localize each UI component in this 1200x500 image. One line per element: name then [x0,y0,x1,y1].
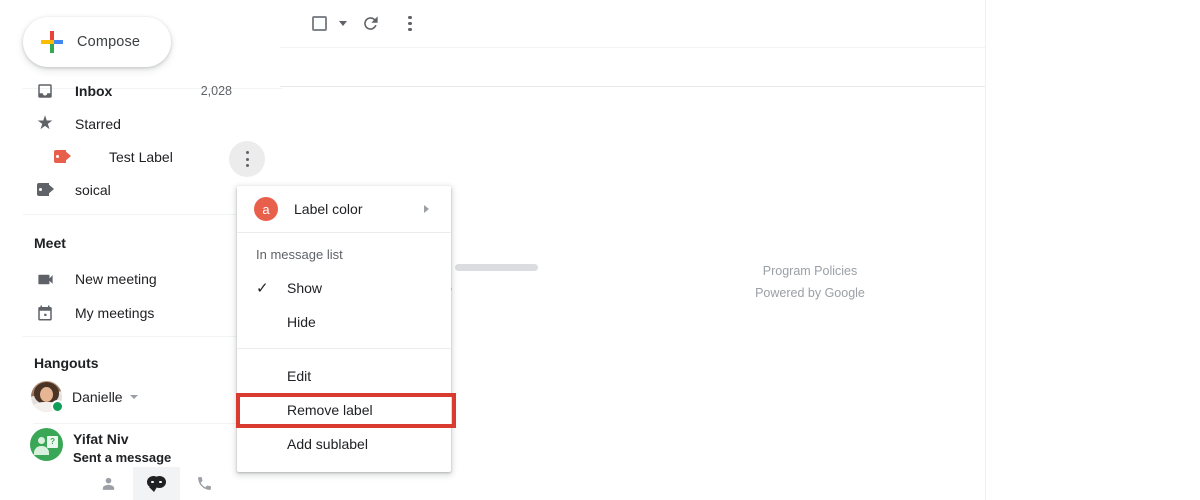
sidebar-item-label: Starred [75,116,121,132]
message-pane-footer: Program Policies Powered by Google [700,260,920,304]
select-all-checkbox[interactable] [302,7,336,41]
toolbar-divider-top [280,47,986,48]
compose-button[interactable]: Compose [23,17,171,67]
menu-item-label: Label color [294,201,363,217]
sidebar-item-test-label[interactable]: Test Label [0,140,260,173]
program-policies-link[interactable]: Program Policies [700,260,920,282]
toolbar-divider-bottom [280,86,986,87]
hangouts-section-title: Hangouts [34,355,99,371]
label-tag-icon [51,150,73,163]
sidebar-item-count: 2,028 [201,84,232,98]
phone-icon [196,475,213,492]
label-context-menu: a Label color In message list ✓ Show Hid… [237,186,451,472]
more-options-button[interactable] [393,7,427,41]
refresh-button[interactable] [353,7,387,41]
menu-section-header: In message list [237,233,451,271]
meet-section-title: Meet [34,235,66,251]
menu-divider-2 [237,348,451,349]
check-icon: ✓ [256,279,278,297]
menu-item-label: Show [287,280,322,296]
compose-label: Compose [77,34,140,50]
hangouts-tab-calls[interactable] [180,467,228,500]
menu-spacer [237,339,451,348]
hangouts-divider [33,423,236,424]
checkbox-icon [312,16,327,31]
person-icon [100,475,117,492]
sidebar-item-starred[interactable]: ★ Starred [0,107,260,140]
menu-item-remove-label[interactable]: Remove label [237,393,451,427]
sidebar-item-label: My meetings [75,305,154,321]
sidebar-item-label: Test Label [109,149,173,165]
conversation-preview: Sent a message [73,450,171,465]
message-row-placeholder [455,264,538,271]
hangouts-tab-conversations[interactable] [133,467,181,500]
sidebar-item-label: Inbox [75,83,112,99]
star-icon: ★ [34,114,56,133]
chevron-right-icon [424,205,429,213]
menu-item-label-color[interactable]: a Label color [237,186,451,232]
online-status-dot [51,400,64,413]
menu-item-add-sublabel[interactable]: Add sublabel [237,427,451,461]
screenshot-root: Compose Inbox 2,028 ★ Starred [0,0,1200,500]
contact-green-avatar[interactable]: ? [30,428,63,461]
conversation-name[interactable]: Yifat Niv [73,431,129,447]
sidebar-item-label: soical [75,182,111,198]
plus-icon [41,31,63,53]
refresh-icon [361,14,380,33]
message-list-toolbar [280,0,986,47]
app-frame-right-edge [985,0,986,500]
menu-item-show[interactable]: ✓ Show [237,271,451,305]
avatar[interactable] [31,381,62,412]
calendar-icon [34,304,56,322]
more-vertical-icon [408,14,411,33]
hangouts-bottom-tabs [85,467,228,500]
hangouts-current-user[interactable]: Danielle [72,389,138,405]
label-tag-icon [34,183,56,196]
inbox-icon [34,82,56,100]
label-color-badge: a [254,197,278,221]
chat-bubbles-icon [147,475,166,492]
sidebar-item-soical[interactable]: soical [0,173,260,206]
sidebar-item-new-meeting[interactable]: New meeting [0,262,260,296]
sidebar-item-label: New meeting [75,271,157,287]
more-vertical-icon [246,150,249,169]
menu-item-label: Hide [287,314,316,330]
menu-item-edit[interactable]: Edit [237,359,451,393]
powered-by-google-text: Powered by Google [700,282,920,304]
hangouts-current-user-name: Danielle [72,389,123,405]
menu-item-hide[interactable]: Hide [237,305,451,339]
gmail-app-frame: Compose Inbox 2,028 ★ Starred [0,0,986,500]
chevron-down-icon [130,395,138,399]
sidebar-item-inbox[interactable]: Inbox 2,028 [0,74,260,107]
hangouts-tab-contacts[interactable] [85,467,133,500]
chevron-down-icon[interactable] [339,21,347,26]
video-camera-icon [34,270,56,289]
label-options-button[interactable] [229,141,265,177]
sidebar-nav: Inbox 2,028 ★ Starred Test Label [0,74,260,206]
sidebar-item-my-meetings[interactable]: My meetings [0,296,260,330]
